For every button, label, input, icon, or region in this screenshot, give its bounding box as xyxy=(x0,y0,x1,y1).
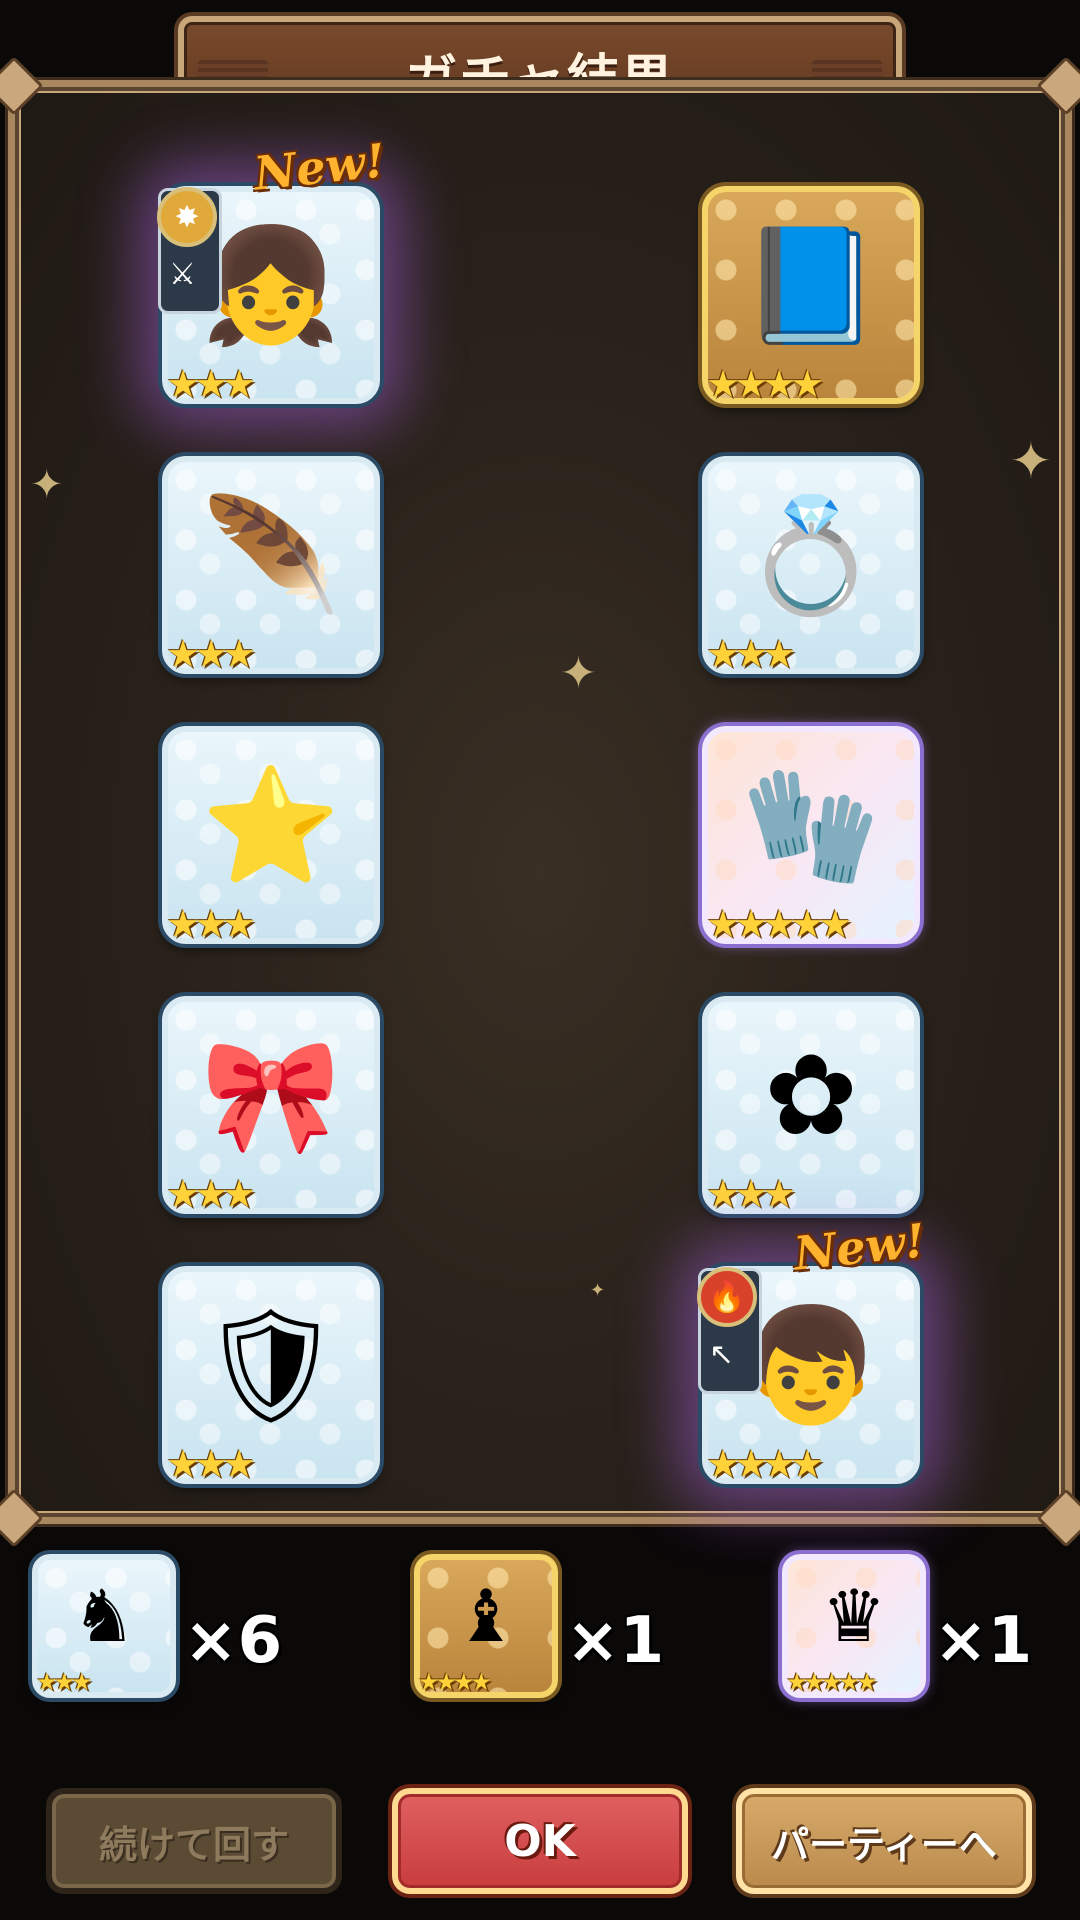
result-card-feather-necklace[interactable]: 🪶 ★★★ xyxy=(162,456,380,676)
star-charm-icon: ⭐ xyxy=(201,761,341,891)
result-card-blue-tome[interactable]: 📘 ★★★★ xyxy=(702,186,920,406)
result-card-amethyst-ring[interactable]: 💍 ★★★ xyxy=(702,456,920,676)
silver-statue-icon: ♞ xyxy=(71,1574,137,1658)
rarity-stars: ★★★★★ xyxy=(706,902,852,946)
crossed-swords-icon: ⚔ xyxy=(169,257,196,292)
sparkle-icon: ✦ xyxy=(590,1280,606,1301)
panel-corner xyxy=(1036,1488,1080,1548)
rarity-stars: ★★★ xyxy=(166,632,256,676)
go-to-party-button[interactable]: パーティーへ xyxy=(736,1788,1032,1894)
hairpin-icon: ✿ xyxy=(764,1031,858,1161)
arrow-icon: ↖ xyxy=(709,1337,735,1372)
reward-card: ♞ ★★★ xyxy=(32,1554,176,1698)
result-card-star-charm[interactable]: ⭐ ★★★ xyxy=(162,726,380,946)
rarity-stars: ★★★ xyxy=(166,1172,256,1216)
fire-element-icon: 🔥 xyxy=(697,1267,757,1327)
glove-icon: 🧤 xyxy=(741,761,881,891)
result-card-character-blonde-fighter[interactable]: 👧 ✸ ⚔ ★★★ xyxy=(157,186,380,406)
rarity-stars: ★★★★ xyxy=(706,1442,824,1486)
bow-icon: 🎀 xyxy=(201,1031,341,1161)
reward-count: ×6 xyxy=(184,1604,283,1678)
rarity-stars: ★★★ xyxy=(706,632,796,676)
ring-icon: 💍 xyxy=(741,491,881,621)
reward-count: ×1 xyxy=(566,1604,665,1678)
reward-card: ♝ ★★★★ xyxy=(414,1554,558,1698)
continue-roll-button[interactable]: 続けて回す xyxy=(46,1788,342,1894)
feather-necklace-icon: 🪶 xyxy=(201,491,341,621)
result-card-purple-gem-bracer[interactable]: 🛡 ★★★ xyxy=(162,1266,380,1486)
character-badge: 🔥 ↖ xyxy=(697,1267,762,1394)
rarity-stars: ★★★★ xyxy=(706,362,824,406)
rarity-stars: ★★★★ xyxy=(418,1668,492,1696)
rarity-stars: ★★★ xyxy=(166,902,256,946)
result-card-flower-hairpin[interactable]: ✿ ★★★ xyxy=(702,996,920,1216)
light-element-icon: ✸ xyxy=(157,187,217,247)
golden-statue-icon: ♛ xyxy=(821,1574,887,1658)
sparkle-icon: ✦ xyxy=(560,648,597,699)
rarity-stars: ★★★ xyxy=(36,1668,93,1696)
result-card-red-ribbon[interactable]: 🎀 ★★★ xyxy=(162,996,380,1216)
panel-corner xyxy=(0,56,44,116)
rarity-stars: ★★★ xyxy=(706,1172,796,1216)
book-icon: 📘 xyxy=(741,221,881,351)
sparkle-icon: ✦ xyxy=(30,462,64,508)
sparkle-icon: ✦ xyxy=(1010,432,1052,490)
ok-button[interactable]: OK xyxy=(392,1788,688,1894)
bracer-icon: 🛡 xyxy=(199,1301,343,1431)
reward-card: ♛ ★★★★★ xyxy=(782,1554,926,1698)
panel-corner xyxy=(0,1488,44,1548)
rarity-stars: ★★★★★ xyxy=(786,1668,878,1696)
result-card-white-gauntlet[interactable]: 🧤 ★★★★★ xyxy=(702,726,920,946)
rarity-stars: ★★★ xyxy=(166,362,256,406)
character-badge: ✸ ⚔ xyxy=(157,187,222,314)
winged-statue-icon: ♝ xyxy=(453,1574,519,1658)
rarity-stars: ★★★ xyxy=(166,1442,256,1486)
panel-corner xyxy=(1036,56,1080,116)
reward-count: ×1 xyxy=(934,1604,1033,1678)
result-card-character-red-haired-archer[interactable]: 👦 🔥 ↖ ★★★★ xyxy=(697,1266,920,1486)
